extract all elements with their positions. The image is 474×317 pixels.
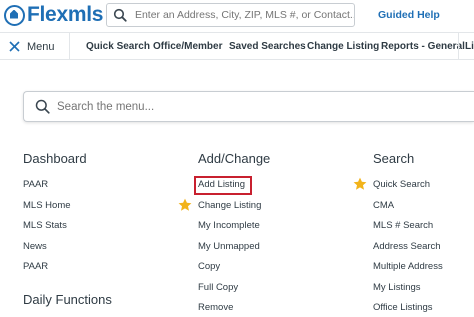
menu-toggle-button[interactable]: Menu — [0, 33, 70, 60]
menu-search-input[interactable] — [57, 100, 437, 113]
add-change-column: Add/Change Add Listing Change Listing My… — [178, 151, 271, 317]
menu-link-multiple-address[interactable]: Multiple Address — [373, 257, 443, 278]
nav-item-change-listing[interactable]: Change Listing — [307, 41, 379, 52]
nav-divider — [458, 33, 459, 60]
change-listing-label: Change Listing — [198, 199, 262, 211]
search-column: Search Quick Search CMA MLS # Search Add… — [353, 151, 443, 317]
guided-help-link[interactable]: Guided Help — [378, 9, 440, 21]
menu-link-add-listing[interactable]: Add Listing — [194, 175, 270, 196]
menu-link-full-copy[interactable]: Full Copy — [198, 278, 270, 299]
menu-label: Menu — [27, 40, 55, 53]
global-search-input[interactable] — [134, 9, 354, 21]
logo-text: Flexmls — [27, 3, 104, 26]
menu-link-mls-number-search[interactable]: MLS # Search — [373, 216, 443, 237]
flexmls-logo[interactable]: Flexmls — [4, 2, 103, 28]
highlight-box — [194, 176, 252, 195]
search-icon — [113, 8, 127, 22]
search-heading: Search — [373, 151, 415, 166]
menu-link-copy[interactable]: Copy — [198, 257, 270, 278]
menu-link-change-listing[interactable]: Change Listing — [178, 196, 270, 217]
nav-bar: Menu Quick Search Office/Member Saved Se… — [0, 32, 474, 60]
search-icon — [35, 99, 50, 114]
menu-link-office-listings[interactable]: Office Listings — [373, 298, 443, 317]
menu-link-my-listings[interactable]: My Listings — [373, 278, 443, 299]
close-icon — [9, 41, 20, 52]
menu-search-box[interactable] — [23, 91, 474, 122]
menu-link-news[interactable]: News — [23, 237, 112, 258]
nav-item-listings[interactable]: Li — [465, 41, 474, 52]
dashboard-heading: Dashboard — [23, 151, 87, 166]
nav-item-saved-searches[interactable]: Saved Searches — [229, 41, 306, 52]
menu-link-my-incomplete[interactable]: My Incomplete — [198, 216, 270, 237]
home-pin-icon — [4, 4, 25, 26]
menu-link-mls-home[interactable]: MLS Home — [23, 196, 112, 217]
nav-item-quick-search[interactable]: Quick Search — [86, 41, 150, 52]
dashboard-column: Dashboard PAAR MLS Home MLS Stats News P… — [23, 151, 112, 316]
quick-search-label: Quick Search — [373, 179, 431, 190]
menu-link-cma[interactable]: CMA — [373, 196, 443, 217]
star-icon[interactable] — [178, 198, 192, 212]
nav-item-reports-general[interactable]: Reports - General — [381, 41, 465, 52]
menu-link-my-unmapped[interactable]: My Unmapped — [198, 237, 270, 258]
menu-link-mls-stats[interactable]: MLS Stats — [23, 216, 112, 237]
nav-item-office-member[interactable]: Office/Member — [153, 41, 222, 52]
daily-functions-heading: Daily Functions — [23, 291, 112, 307]
star-icon[interactable] — [353, 177, 367, 191]
menu-link-remove[interactable]: Remove — [198, 298, 270, 317]
menu-link-paar-2[interactable]: PAAR — [23, 257, 112, 278]
menu-link-quick-search[interactable]: Quick Search — [353, 175, 443, 196]
top-header: Flexmls Guided Help — [0, 0, 474, 31]
menu-link-paar[interactable]: PAAR — [23, 175, 112, 196]
global-search-box[interactable] — [106, 3, 355, 27]
menu-link-address-search[interactable]: Address Search — [373, 237, 443, 258]
add-change-heading: Add/Change — [198, 151, 271, 166]
